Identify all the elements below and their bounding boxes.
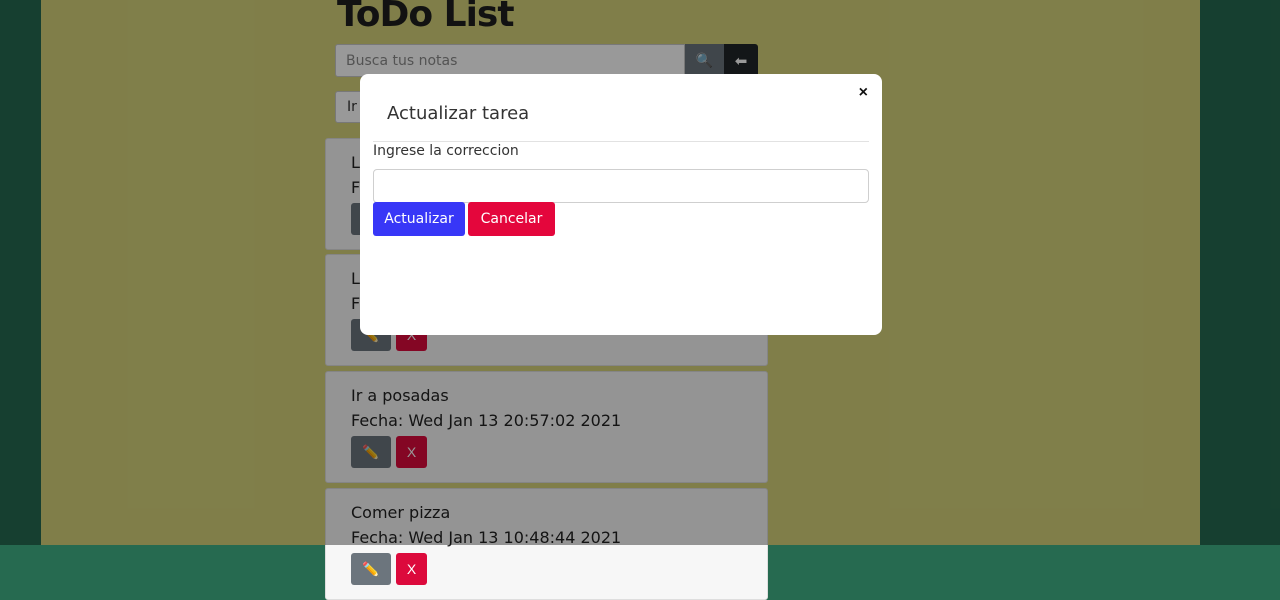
correction-input[interactable] xyxy=(373,169,869,203)
modal-divider xyxy=(373,141,869,142)
modal-title: Actualizar tarea xyxy=(387,103,530,124)
delete-button[interactable]: X xyxy=(396,553,427,585)
correction-label: Ingrese la correccion xyxy=(373,143,519,159)
update-button[interactable]: Actualizar xyxy=(373,202,465,236)
cancel-button[interactable]: Cancelar xyxy=(468,202,555,236)
note-actions: ✏️ X xyxy=(351,553,742,585)
close-icon[interactable]: × xyxy=(859,84,868,102)
pencil-icon: ✏️ xyxy=(362,560,380,577)
edit-button[interactable]: ✏️ xyxy=(351,553,391,585)
update-task-modal: × Actualizar tarea Ingrese la correccion… xyxy=(360,74,882,335)
